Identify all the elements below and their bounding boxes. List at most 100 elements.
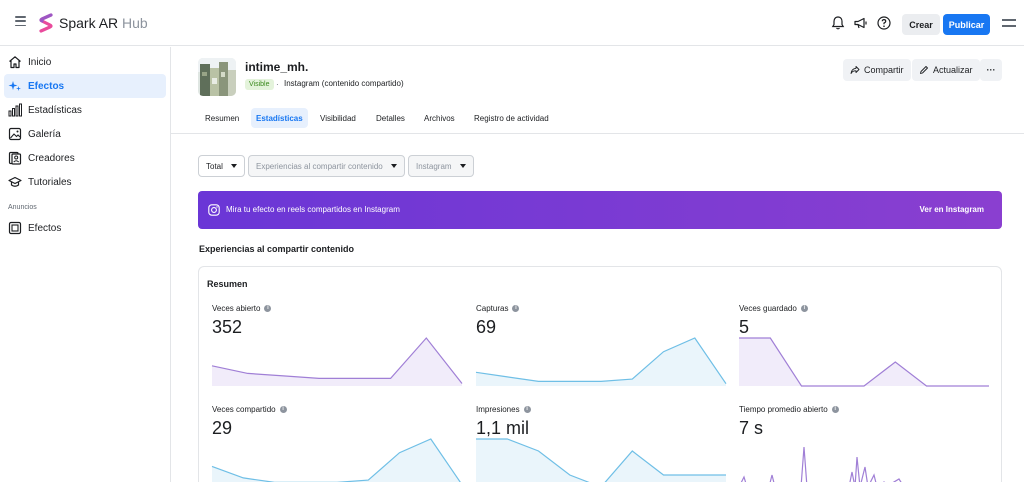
metric-label-text: Capturas xyxy=(476,304,509,313)
chevron-down-icon xyxy=(230,164,237,168)
chevron-down-icon xyxy=(390,164,397,168)
chevron-down-icon xyxy=(459,164,466,168)
app-title[interactable]: Spark AR Hub xyxy=(59,15,148,31)
megaphone-icon[interactable] xyxy=(853,15,869,31)
sidebar-item-label: Efectos xyxy=(28,222,62,234)
metric-value: 7 s xyxy=(739,418,764,438)
top-bar: Spark AR Hub Crear Publicar xyxy=(0,0,1024,46)
metric-label: Veces compartido i xyxy=(212,405,287,414)
effect-thumbnail[interactable] xyxy=(198,58,236,96)
section-title: Experiencias al compartir contenido xyxy=(199,244,355,254)
instagram-banner: Mira tu efecto en reels compartidos en I… xyxy=(198,191,1002,229)
sidebar-item-label: Estadísticas xyxy=(28,104,82,116)
separator-dot: · xyxy=(276,80,279,89)
metric-label-text: Veces abierto xyxy=(212,304,261,313)
sidebar-item-efectos[interactable]: Efectos xyxy=(4,74,166,98)
metric-label: Veces guardado i xyxy=(739,304,808,313)
filter-label: Instagram xyxy=(416,161,452,171)
gallery-icon xyxy=(8,127,22,141)
sidebar-item-label: Inicio xyxy=(28,56,52,68)
metric-veces-compartido: Veces compartido i 29 xyxy=(211,405,462,482)
metric-sparkline xyxy=(475,337,727,386)
tab-visibilidad[interactable]: Visibilidad xyxy=(315,108,361,128)
info-icon[interactable]: i xyxy=(800,305,808,312)
spark-ar-logo[interactable] xyxy=(38,13,54,33)
metric-label: Impresiones i xyxy=(476,405,531,414)
filter-experiencias-dropdown[interactable]: Experiencias al compartir contenido xyxy=(248,155,405,177)
sparkline-area xyxy=(212,439,461,482)
metric-label-text: Veces compartido xyxy=(212,405,276,414)
metric-label: Tiempo promedio abierto i xyxy=(739,405,839,414)
tab-archivos[interactable]: Archivos xyxy=(419,108,460,128)
metric-value: 1,1 mil xyxy=(476,418,530,438)
sidebar: Inicio Efectos Estadísticas Galería Crea… xyxy=(0,47,171,482)
tab-resumen[interactable]: Resumen xyxy=(200,108,244,128)
summary-title: Resumen xyxy=(207,279,248,289)
app-name-suffix: Hub xyxy=(122,15,148,31)
sparkline-area xyxy=(739,338,989,386)
graduation-cap-icon xyxy=(8,176,22,187)
menu-icon[interactable] xyxy=(1002,19,1016,27)
view-on-instagram-link[interactable]: Ver en Instagram xyxy=(920,205,984,214)
sidebar-item-creadores[interactable]: Creadores xyxy=(4,146,166,170)
bar-chart-icon xyxy=(8,103,22,117)
sidebar-item-label: Tutoriales xyxy=(28,176,72,188)
sidebar-item-estadisticas[interactable]: Estadísticas xyxy=(4,98,166,122)
publish-button[interactable]: Publicar xyxy=(943,14,990,35)
sparkle-icon xyxy=(8,81,21,91)
metric-value: 352 xyxy=(212,317,243,337)
metric-sparkline xyxy=(740,446,902,482)
filter-instagram-dropdown[interactable]: Instagram xyxy=(408,155,474,177)
metric-label-text: Veces guardado xyxy=(739,304,797,313)
creators-icon xyxy=(8,151,22,165)
update-button[interactable]: Actualizar xyxy=(912,59,980,81)
metric-value: 5 xyxy=(739,317,750,337)
metric-sparkline xyxy=(211,438,461,482)
info-icon[interactable]: i xyxy=(264,305,272,312)
filter-label: Experiencias al compartir contenido xyxy=(256,161,383,171)
banner-text: Mira tu efecto en reels compartidos en I… xyxy=(226,205,400,214)
info-icon[interactable]: i xyxy=(279,406,287,413)
share-button[interactable]: Compartir xyxy=(843,59,911,81)
metric-label-text: Tiempo promedio abierto xyxy=(739,405,828,414)
filter-total-dropdown[interactable]: Total xyxy=(198,155,245,177)
sidebar-item-tutoriales[interactable]: Tutoriales xyxy=(4,170,166,194)
effect-platform: Instagram (contenido compartido) xyxy=(284,79,404,88)
sparkline-series xyxy=(740,446,902,482)
metric-sparkline xyxy=(476,438,726,482)
metric-capturas: Capturas i 69 xyxy=(475,304,727,399)
create-button[interactable]: Crear xyxy=(902,14,940,35)
sidebar-item-galeria[interactable]: Galería xyxy=(4,122,166,146)
tab-bar: Resumen Estadísticas Visibilidad Detalle… xyxy=(171,106,1024,134)
metric-label-text: Impresiones xyxy=(476,405,520,414)
metric-tiempo-promedio: Tiempo promedio abierto i 7 s xyxy=(739,405,989,482)
tab-registro-actividad[interactable]: Registro de actividad xyxy=(469,108,554,128)
filter-label: Total xyxy=(206,161,223,171)
status-badge: Visible xyxy=(245,79,274,90)
metric-impresiones: Impresiones i 1,1 mil xyxy=(476,405,726,482)
metric-sparkline xyxy=(739,337,989,387)
summary-card: Resumen Veces abierto i 352 Capturas i 69 … xyxy=(198,266,1002,482)
info-icon[interactable]: i xyxy=(512,305,520,312)
share-icon xyxy=(850,66,860,74)
bell-icon[interactable] xyxy=(830,15,846,31)
home-icon xyxy=(9,56,21,69)
info-icon[interactable]: i xyxy=(831,406,839,413)
sidebar-item-ads-efectos[interactable]: Efectos xyxy=(4,216,166,240)
share-button-label: Compartir xyxy=(864,65,904,75)
ad-frame-icon xyxy=(8,221,22,235)
instagram-icon xyxy=(208,204,220,216)
sidebar-item-label: Galería xyxy=(28,128,61,140)
sidebar-section-anuncios: Anuncios xyxy=(8,204,37,211)
more-options-button[interactable]: ··· xyxy=(980,59,1002,81)
metric-sparkline xyxy=(211,337,463,386)
sidebar-item-inicio[interactable]: Inicio xyxy=(4,50,166,74)
update-button-label: Actualizar xyxy=(933,65,973,75)
hamburger-menu-icon[interactable] xyxy=(15,16,26,26)
help-icon[interactable] xyxy=(876,15,892,31)
sidebar-item-label: Creadores xyxy=(28,152,75,164)
tab-estadisticas[interactable]: Estadísticas xyxy=(251,108,308,128)
tab-detalles[interactable]: Detalles xyxy=(371,108,410,128)
app-name: Spark AR xyxy=(59,15,119,31)
info-icon[interactable]: i xyxy=(523,406,531,413)
